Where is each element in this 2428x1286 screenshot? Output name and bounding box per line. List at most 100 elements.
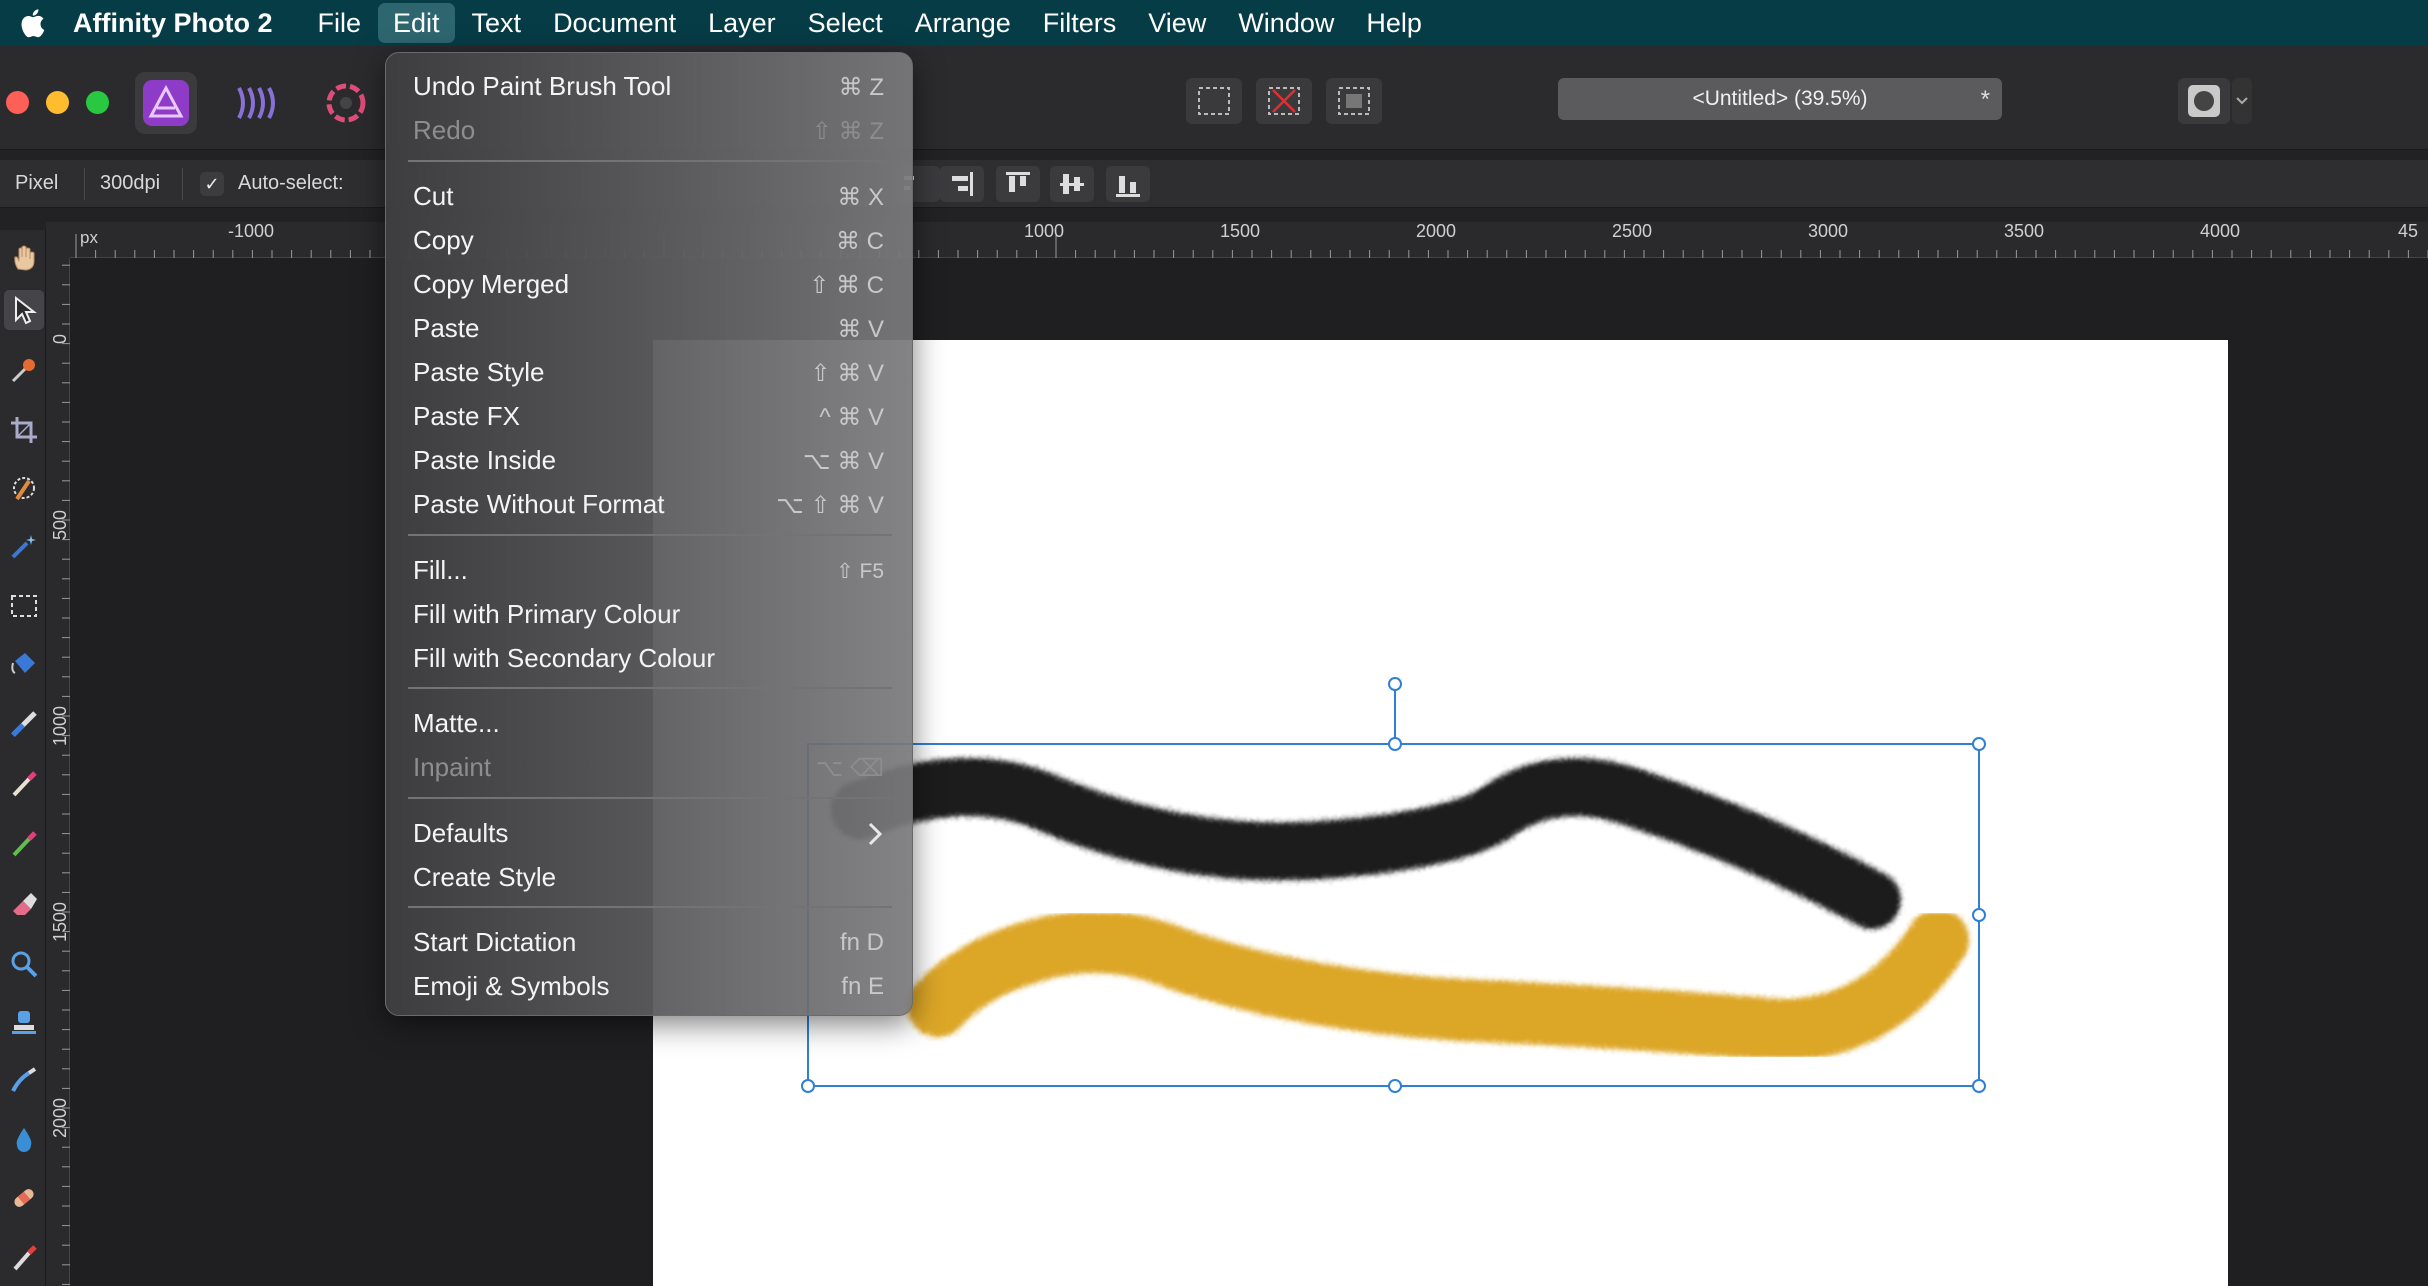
menu-item-matte[interactable]: Matte... [386,702,912,746]
erase-brush-tool-icon[interactable] [4,884,44,924]
menu-item-label: Paste [413,313,480,343]
align-middle-button[interactable] [1050,166,1094,202]
menu-item-shortcut: fn E [841,973,884,1000]
close-window-button[interactable] [6,91,29,114]
develop-persona-icon[interactable] [315,72,377,134]
ruler-label: 0 [50,333,70,344]
menu-arrange[interactable]: Arrange [900,3,1026,43]
ruler-label: 3000 [1808,221,1849,241]
gradient-tool-icon[interactable] [4,704,44,744]
menu-item-label: Paste Without Format [413,489,665,519]
hand-tool-icon[interactable] [4,238,44,278]
zoom-window-button[interactable] [86,91,109,114]
menu-item-copy[interactable]: Copy ⌘ C [386,219,912,263]
ruler-label: 2000 [1416,221,1457,241]
menu-item-emoji-symbols[interactable]: Emoji & Symbols fn E [386,965,912,1009]
quick-mask-button[interactable] [2178,78,2230,124]
menu-item-copy-merged[interactable]: Copy Merged ⇧ ⌘ C [386,263,912,307]
document-title: <Untitled> (39.5%) [1692,87,1868,110]
move-tool-icon[interactable] [4,290,44,330]
smudge-brush-tool-icon[interactable] [4,1060,44,1100]
menu-item-start-dictation[interactable]: Start Dictation fn D [386,921,912,965]
apple-icon[interactable] [19,8,45,38]
align-top-button[interactable] [996,166,1040,202]
photo-persona-icon[interactable] [135,72,197,134]
menu-item-redo: Redo ⇧ ⌘ Z [386,109,912,153]
menu-item-paste-fx[interactable]: Paste FX ^ ⌘ V [386,395,912,439]
menu-item-fill[interactable]: Fill... ⇧ F5 [386,549,912,593]
ruler-label: 45 [2398,221,2419,241]
flood-select-tool-icon[interactable] [4,526,44,566]
app-name-menu[interactable]: Affinity Photo 2 [73,8,272,39]
menu-item-paste-without-format[interactable]: Paste Without Format ⌥ ⇧ ⌘ V [386,483,912,527]
menu-item-label: Paste Style [413,357,545,387]
rasterise-selection-button[interactable] [1186,78,1242,124]
menu-divider [408,906,892,908]
menu-item-paste-style[interactable]: Paste Style ⇧ ⌘ V [386,351,912,395]
ruler-label: 4000 [2200,221,2241,241]
menu-item-shortcut: ⌥ ⇧ ⌘ V [776,492,884,519]
menu-document[interactable]: Document [538,3,691,43]
menu-window[interactable]: Window [1223,3,1349,43]
colour-picker-tool-icon[interactable] [4,350,44,390]
menu-layer[interactable]: Layer [693,3,791,43]
context-toolbar: Pixel 300dpi ✓ Auto-select: [0,160,2428,208]
paint-brush-tool-icon[interactable] [4,764,44,804]
deselect-button[interactable] [1256,78,1312,124]
ruler-label: 2500 [1612,221,1653,241]
units-label[interactable]: Pixel [15,172,58,195]
menu-item-paste[interactable]: Paste ⌘ V [386,307,912,351]
invert-selection-button[interactable] [1326,78,1382,124]
dpi-label[interactable]: 300dpi [100,172,160,195]
selection-brush-tool-icon[interactable] [4,468,44,508]
menu-item-inpaint: Inpaint ⌥ ⌫ [386,746,912,790]
menu-item-shortcut: ⌘ X [837,184,884,211]
liquify-persona-icon[interactable] [225,72,287,134]
crop-tool-icon[interactable] [4,410,44,450]
ruler-label: 2000 [50,1097,70,1138]
auto-select-label: Auto-select: [238,172,344,194]
menu-help[interactable]: Help [1351,3,1437,43]
ruler-label: 1500 [1220,221,1261,241]
menu-item-shortcut: ⇧ ⌘ Z [811,118,884,145]
menu-item-cut[interactable]: Cut ⌘ X [386,175,912,219]
menu-view[interactable]: View [1133,3,1221,43]
menu-item-defaults[interactable]: Defaults [386,812,912,856]
menu-file[interactable]: File [302,3,376,43]
pixel-tool-icon[interactable] [4,824,44,864]
unsaved-indicator: * [1980,86,1990,113]
menu-item-shortcut: fn D [839,929,884,956]
vertical-ruler: 0 500 1000 1500 2000 [46,222,70,1286]
quick-mask-dropdown[interactable] [2232,78,2252,124]
affinity-photo-window: { "menubar": { "app_name": "Affinity Pho… [0,0,2428,1286]
menu-item-label: Create Style [413,862,557,892]
ruler-unit: px [80,228,98,247]
red-eye-tool-icon[interactable] [4,1238,44,1278]
menu-edit[interactable]: Edit [378,3,455,43]
document-title-tab[interactable]: <Untitled> (39.5%) * [1558,78,2002,120]
ruler-label: -1000 [228,221,275,241]
menu-item-fill-primary[interactable]: Fill with Primary Colour [386,593,912,637]
menu-select[interactable]: Select [793,3,898,43]
marquee-tool-icon[interactable] [4,586,44,626]
zoom-tool-icon[interactable] [4,944,44,984]
menu-filters[interactable]: Filters [1028,3,1132,43]
healing-brush-tool-icon[interactable] [4,1178,44,1218]
menu-item-shortcut: ⌘ Z [838,74,884,101]
menu-item-paste-inside[interactable]: Paste Inside ⌥ ⌘ V [386,439,912,483]
clone-brush-tool-icon[interactable] [4,1002,44,1042]
align-right-button[interactable] [940,166,984,202]
menu-item-create-style[interactable]: Create Style [386,856,912,900]
ruler-corner[interactable]: px [46,222,98,258]
menu-item-fill-secondary[interactable]: Fill with Secondary Colour [386,637,912,681]
menu-item-label: Fill with Secondary Colour [413,643,716,673]
menu-text[interactable]: Text [457,3,537,43]
align-bottom-button[interactable] [1106,166,1150,202]
menu-item-label: Redo [413,115,476,145]
blur-brush-tool-icon[interactable] [4,1120,44,1160]
flood-fill-tool-icon[interactable] [4,644,44,684]
menu-divider [408,687,892,689]
menu-item-undo[interactable]: Undo Paint Brush Tool ⌘ Z [386,65,912,109]
minimize-window-button[interactable] [46,91,69,114]
auto-select-checkbox[interactable]: ✓ [200,172,224,196]
